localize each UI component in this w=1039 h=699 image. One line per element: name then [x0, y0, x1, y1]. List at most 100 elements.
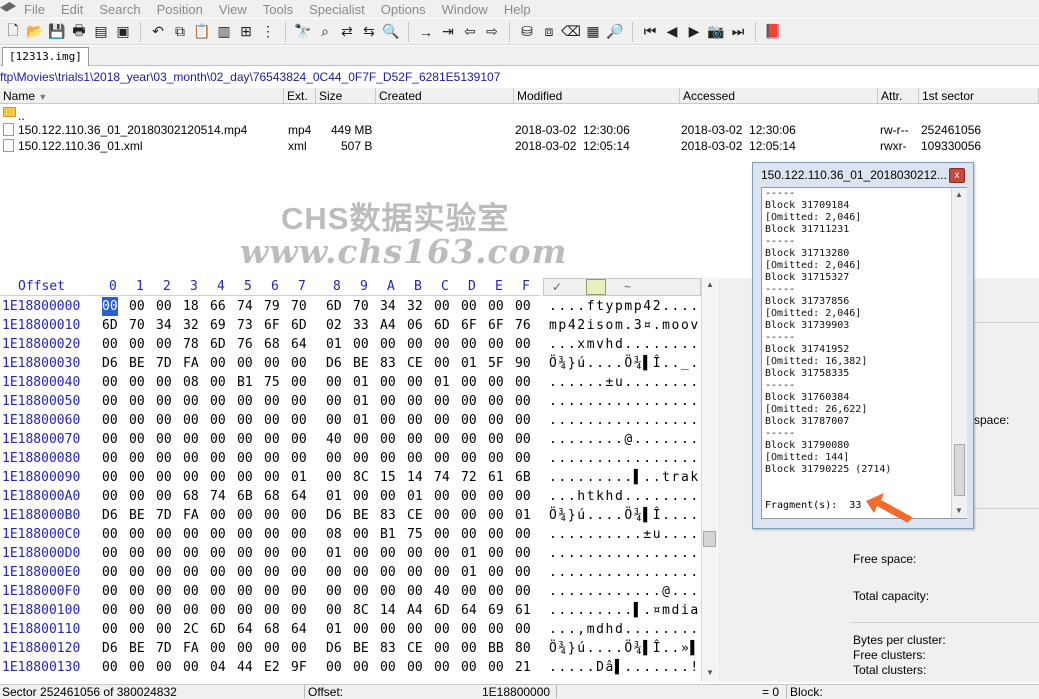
hex-byte[interactable]: 6D — [210, 620, 226, 639]
column-size[interactable]: Size — [316, 88, 376, 104]
hex-byte[interactable]: 00 — [488, 506, 504, 525]
hex-ascii[interactable]: .........▌..trak — [549, 468, 700, 487]
menu-edit[interactable]: Edit — [53, 2, 91, 17]
hex-byte[interactable]: 00 — [210, 411, 226, 430]
hex-byte[interactable]: 75 — [407, 525, 423, 544]
hex-row[interactable]: 1E18800000 00 00 00 18 66 74 79 70 6D 70 34 32 00 00 00… — [0, 297, 700, 316]
hex-byte[interactable]: 70 — [129, 316, 145, 335]
find-text-icon[interactable]: 🔭 — [292, 21, 314, 43]
file-row-parent[interactable]: .. — [0, 105, 1039, 123]
hex-byte[interactable]: 00 — [264, 563, 280, 582]
hex-byte[interactable]: 6F — [461, 316, 477, 335]
hex-byte[interactable]: 00 — [156, 297, 172, 316]
hex-byte[interactable]: 80 — [515, 639, 531, 658]
hex-ascii[interactable]: Ö¾}ú....Ö¾▌Î..»▌ — [549, 639, 700, 658]
hex-byte[interactable]: 00 — [515, 525, 531, 544]
column-attr[interactable]: Attr. — [878, 88, 919, 104]
column-modified[interactable]: Modified — [514, 88, 680, 104]
hex-byte[interactable]: 00 — [156, 544, 172, 563]
hex-byte[interactable]: 14 — [380, 601, 396, 620]
hex-byte[interactable]: 00 — [326, 449, 342, 468]
hex-byte[interactable]: 00 — [237, 525, 253, 544]
hex-byte[interactable]: 01 — [291, 468, 307, 487]
hex-byte[interactable]: 00 — [461, 373, 477, 392]
hex-byte[interactable]: 5F — [488, 354, 504, 373]
hex-byte[interactable]: 00 — [515, 335, 531, 354]
hex-byte[interactable]: 00 — [237, 430, 253, 449]
search-again-icon[interactable]: 🔍 — [380, 21, 402, 43]
hex-byte[interactable]: D6 — [102, 506, 118, 525]
hex-byte[interactable]: 00 — [264, 468, 280, 487]
hex-row[interactable]: 1E18800090 00 00 00 00 00 00 00 01 00 8C 15 14 74 72 61… — [0, 468, 700, 487]
hex-byte[interactable]: 6F — [264, 316, 280, 335]
hex-byte[interactable]: 6F — [488, 316, 504, 335]
hex-byte[interactable]: 61 — [515, 601, 531, 620]
tab-image-file[interactable]: [12313.img] — [2, 47, 89, 66]
hex-byte[interactable]: 00 — [264, 392, 280, 411]
hex-byte[interactable]: BE — [353, 354, 369, 373]
hex-byte[interactable]: 00 — [515, 430, 531, 449]
menu-file[interactable]: File — [16, 2, 53, 17]
hex-byte[interactable]: 00 — [461, 297, 477, 316]
hex-ascii[interactable]: ........@....... — [549, 430, 700, 449]
hex-ascii[interactable]: ...,mdhd........ — [549, 620, 700, 639]
hex-byte[interactable]: 00 — [102, 658, 118, 677]
hex-ascii[interactable]: .........▌.¤mdia — [549, 601, 700, 620]
hex-byte[interactable]: 00 — [488, 582, 504, 601]
hex-byte[interactable]: 90 — [515, 354, 531, 373]
hex-byte[interactable]: 00 — [488, 620, 504, 639]
hex-byte[interactable]: 74 — [237, 297, 253, 316]
hex-byte[interactable]: 00 — [237, 506, 253, 525]
hex-byte[interactable]: 68 — [183, 487, 199, 506]
hex-byte[interactable]: 00 — [353, 335, 369, 354]
menu-position[interactable]: Position — [149, 2, 211, 17]
hex-byte[interactable]: 00 — [129, 373, 145, 392]
print-icon[interactable]: 🖶 — [68, 21, 90, 43]
hex-byte[interactable]: 40 — [326, 430, 342, 449]
hex-byte[interactable]: 01 — [461, 354, 477, 373]
hex-edit-icon[interactable]: ⊞ — [235, 21, 257, 43]
binary-icon[interactable]: ⋮ — [257, 21, 279, 43]
hex-byte[interactable]: 00 — [183, 582, 199, 601]
wave-icon[interactable]: ~ — [624, 280, 631, 294]
hex-byte[interactable]: 00 — [407, 544, 423, 563]
hex-byte[interactable]: 00 — [291, 373, 307, 392]
book-icon[interactable]: 📕 — [762, 21, 784, 43]
hex-byte[interactable]: 00 — [291, 563, 307, 582]
hex-byte[interactable]: 00 — [102, 563, 118, 582]
hex-byte[interactable]: 00 — [156, 392, 172, 411]
hex-byte[interactable]: CE — [407, 506, 423, 525]
menu-view[interactable]: View — [211, 2, 255, 17]
hex-byte[interactable]: 00 — [488, 411, 504, 430]
hex-byte[interactable]: B1 — [237, 373, 253, 392]
hex-byte[interactable]: 00 — [515, 563, 531, 582]
hex-byte[interactable]: 00 — [210, 525, 226, 544]
hex-byte[interactable]: 00 — [210, 392, 226, 411]
hex-byte[interactable]: 14 — [407, 468, 423, 487]
hex-byte[interactable]: 00 — [210, 354, 226, 373]
find-hex-icon[interactable]: ⌕ — [314, 21, 336, 43]
hex-byte[interactable]: 00 — [461, 582, 477, 601]
hex-ascii[interactable]: ............@... — [549, 582, 700, 601]
hex-byte[interactable]: 34 — [156, 316, 172, 335]
hex-row[interactable]: 1E18800050 00 00 00 00 00 00 00 00 00 01 00 00 00 00 00… — [0, 392, 700, 411]
hex-byte[interactable]: 00 — [264, 639, 280, 658]
hex-byte[interactable]: 00 — [264, 411, 280, 430]
hex-byte[interactable]: 00 — [380, 620, 396, 639]
hex-byte[interactable]: 6D — [434, 601, 450, 620]
hex-byte[interactable]: 7D — [156, 506, 172, 525]
hex-byte[interactable]: 00 — [407, 335, 423, 354]
last-sector-icon[interactable]: ⏭ — [727, 21, 749, 43]
hex-byte[interactable]: 00 — [434, 544, 450, 563]
hex-byte[interactable]: 00 — [434, 335, 450, 354]
hex-row[interactable]: 1E18800100 00 00 00 00 00 00 00 00 00 8C 14 A4 6D 64 69… — [0, 601, 700, 620]
hex-byte[interactable]: 00 — [515, 392, 531, 411]
hex-byte[interactable]: 64 — [291, 335, 307, 354]
hex-byte[interactable]: 00 — [461, 392, 477, 411]
hex-byte[interactable]: 00 — [434, 449, 450, 468]
hex-byte[interactable]: 00 — [407, 392, 423, 411]
disk-tools-icon[interactable]: ⛁ — [516, 21, 538, 43]
properties-icon[interactable]: ▤ — [90, 21, 112, 43]
hex-byte[interactable]: 00 — [264, 525, 280, 544]
close-icon[interactable]: x — [949, 168, 965, 183]
